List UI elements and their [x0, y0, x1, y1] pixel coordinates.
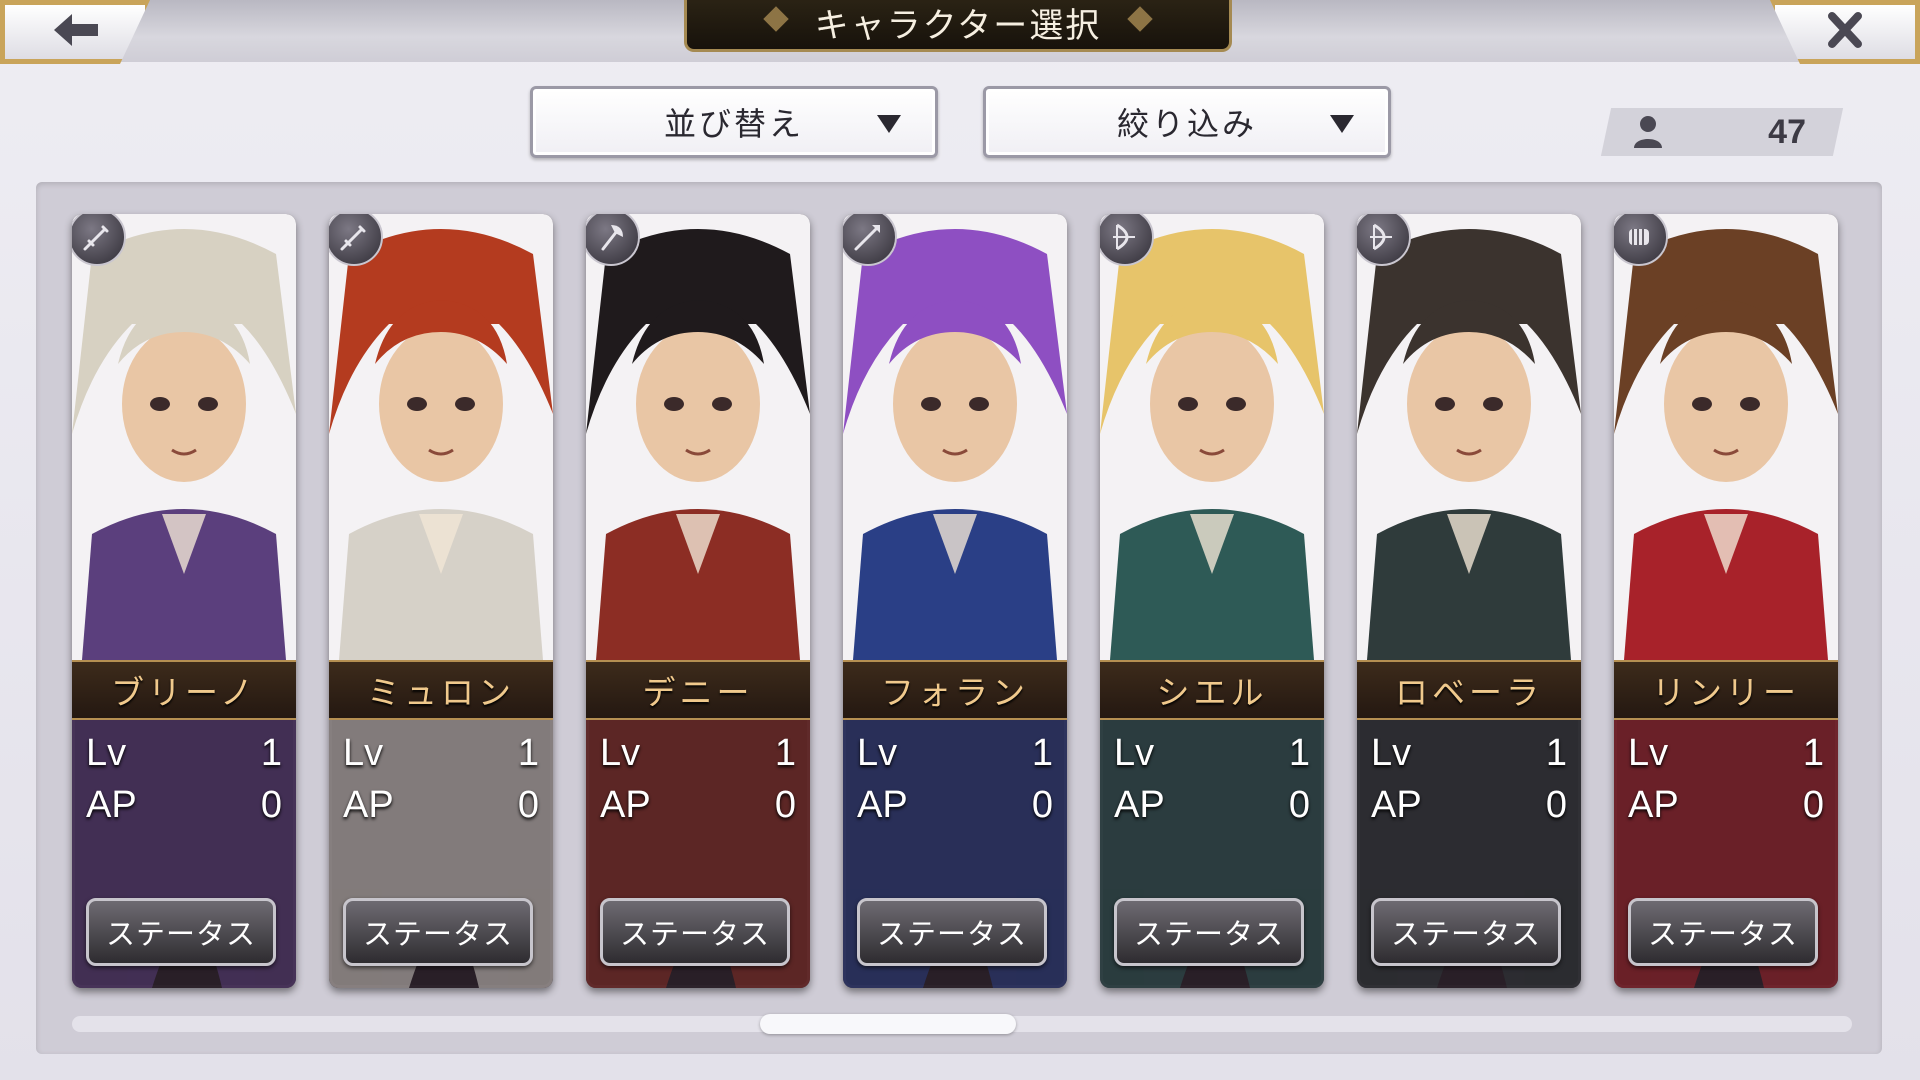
character-name-plate: シエル [1100, 660, 1324, 720]
chevron-down-icon [877, 115, 901, 133]
status-button-label: ステータス [619, 917, 770, 951]
ap-value: 0 [1288, 784, 1310, 826]
ap-row: AP 0 [86, 784, 282, 827]
character-card[interactable]: フォラン Lv 1 AP 0 ステータス [843, 214, 1067, 988]
ap-row: AP 0 [1628, 784, 1824, 827]
ap-label: AP [1628, 784, 1679, 826]
character-name-plate: ロベーラ [1357, 660, 1581, 720]
character-name-plate: リンリー [1614, 660, 1838, 720]
character-card[interactable]: ブリーノ Lv 1 AP 0 ステータス [72, 214, 296, 988]
count-value: 47 [1768, 112, 1806, 151]
character-name-plate: ミュロン [329, 660, 553, 720]
sort-label: 並び替え [663, 105, 804, 143]
ap-value: 0 [1031, 784, 1053, 826]
level-label: Lv [343, 732, 384, 774]
level-value: 1 [1288, 732, 1310, 774]
character-card[interactable]: リンリー Lv 1 AP 0 ステータス [1614, 214, 1838, 988]
ap-row: AP 0 [857, 784, 1053, 827]
ap-value: 0 [517, 784, 539, 826]
character-name: ミュロン [367, 673, 515, 712]
character-name: デニー [642, 673, 754, 712]
character-portrait [1614, 214, 1838, 660]
ap-label: AP [86, 784, 137, 826]
level-label: Lv [1628, 732, 1669, 774]
character-portrait [329, 214, 553, 660]
level-value: 1 [1802, 732, 1824, 774]
ap-label: AP [343, 784, 394, 826]
status-button[interactable]: ステータス [600, 898, 790, 966]
ap-value: 0 [1802, 784, 1824, 826]
status-button[interactable]: ステータス [1371, 898, 1561, 966]
status-button-label: ステータス [1647, 917, 1798, 951]
status-button-label: ステータス [105, 917, 256, 951]
character-name-plate: デニー [586, 660, 810, 720]
status-button[interactable]: ステータス [1628, 898, 1818, 966]
page-title: キャラクター選択 [814, 6, 1102, 46]
character-card[interactable]: デニー Lv 1 AP 0 ステータス [586, 214, 810, 988]
character-name: ブリーノ [110, 673, 258, 712]
character-count: 47 [1620, 108, 1840, 156]
status-button-label: ステータス [362, 917, 513, 951]
level-label: Lv [1114, 732, 1155, 774]
sort-dropdown[interactable]: 並び替え [530, 86, 938, 158]
filter-label: 絞り込み [1116, 105, 1257, 143]
character-portrait [586, 214, 810, 660]
character-portrait [1357, 214, 1581, 660]
level-value: 1 [774, 732, 796, 774]
character-card[interactable]: ロベーラ Lv 1 AP 0 ステータス [1357, 214, 1581, 988]
character-name: リンリー [1652, 673, 1800, 712]
status-button-label: ステータス [1390, 917, 1541, 951]
ap-label: AP [857, 784, 908, 826]
ap-label: AP [1371, 784, 1422, 826]
chevron-down-icon [1330, 115, 1354, 133]
status-button[interactable]: ステータス [343, 898, 533, 966]
ap-row: AP 0 [600, 784, 796, 827]
character-portrait [843, 214, 1067, 660]
status-button[interactable]: ステータス [86, 898, 276, 966]
character-card[interactable]: ミュロン Lv 1 AP 0 ステータス [329, 214, 553, 988]
ap-value: 0 [1545, 784, 1567, 826]
status-button-label: ステータス [1133, 917, 1284, 951]
filter-dropdown[interactable]: 絞り込み [983, 86, 1391, 158]
ap-label: AP [600, 784, 651, 826]
character-portrait [1100, 214, 1324, 660]
title-plate: キャラクター選択 [684, 0, 1232, 52]
level-row: Lv 1 [857, 732, 1053, 775]
character-name: フォラン [881, 673, 1029, 712]
status-button[interactable]: ステータス [857, 898, 1047, 966]
ap-value: 0 [774, 784, 796, 826]
level-value: 1 [1031, 732, 1053, 774]
ap-row: AP 0 [1371, 784, 1567, 827]
level-label: Lv [857, 732, 898, 774]
person-icon [1634, 116, 1662, 148]
horizontal-scrollbar-thumb[interactable] [760, 1014, 1016, 1034]
level-value: 1 [517, 732, 539, 774]
level-row: Lv 1 [1371, 732, 1567, 775]
level-row: Lv 1 [86, 732, 282, 775]
level-value: 1 [260, 732, 282, 774]
level-label: Lv [600, 732, 641, 774]
character-name-plate: ブリーノ [72, 660, 296, 720]
ap-value: 0 [260, 784, 282, 826]
character-card[interactable]: シエル Lv 1 AP 0 ステータス [1100, 214, 1324, 988]
level-value: 1 [1545, 732, 1567, 774]
close-icon [1818, 10, 1872, 54]
level-row: Lv 1 [1114, 732, 1310, 775]
character-name: ロベーラ [1395, 673, 1543, 712]
character-name-plate: フォラン [843, 660, 1067, 720]
level-label: Lv [1371, 732, 1412, 774]
ap-label: AP [1114, 784, 1165, 826]
status-button-label: ステータス [876, 917, 1027, 951]
status-button[interactable]: ステータス [1114, 898, 1304, 966]
level-row: Lv 1 [600, 732, 796, 775]
character-name: シエル [1156, 673, 1268, 712]
level-label: Lv [86, 732, 127, 774]
character-portrait [72, 214, 296, 660]
ap-row: AP 0 [1114, 784, 1310, 827]
back-arrow-icon [48, 10, 102, 54]
ap-row: AP 0 [343, 784, 539, 827]
level-row: Lv 1 [343, 732, 539, 775]
level-row: Lv 1 [1628, 732, 1824, 775]
